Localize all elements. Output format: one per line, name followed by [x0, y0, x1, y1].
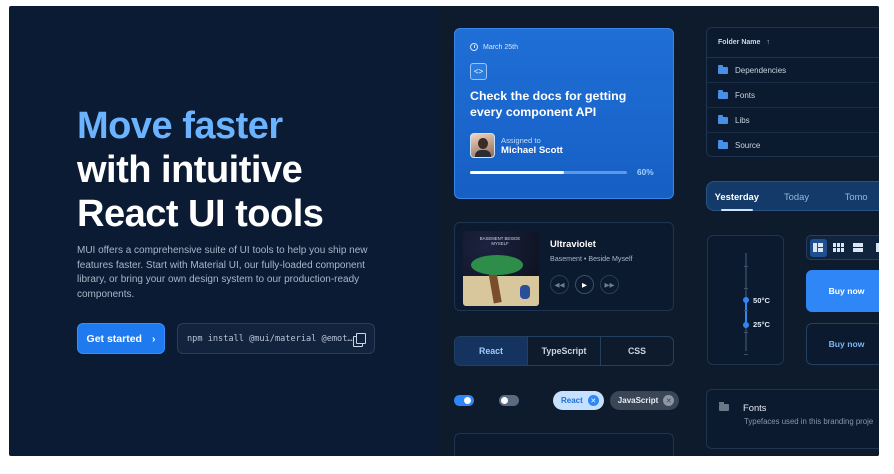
track-title: Ultraviolet: [550, 238, 596, 249]
headline-line-3: React UI tools: [77, 193, 324, 235]
headline-accent: Move faster: [77, 105, 283, 147]
switch-on[interactable]: [454, 395, 474, 406]
grid-view-icon[interactable]: [830, 239, 847, 257]
chip-react-label: React: [561, 396, 583, 405]
date-tabs: Yesterday Today Tomo: [706, 181, 879, 211]
task-date: March 25th: [470, 43, 658, 51]
folder-name-header: Folder Name: [718, 39, 761, 46]
album-cover: BASEMENT BESIDE MYSELF: [463, 231, 539, 306]
code-icon: <>: [470, 63, 487, 80]
arrow-up-icon: ↑: [766, 39, 770, 46]
temperature-high: 50°C: [753, 296, 770, 305]
component-showcase: March 25th <> Check the docs for getting…: [437, 6, 879, 456]
chip-javascript[interactable]: JavaScript ✕: [609, 391, 680, 410]
folder-icon: [718, 64, 728, 74]
folder-card[interactable]: Fonts Typefaces used in this branding pr…: [706, 389, 879, 449]
task-progress: 60%: [470, 167, 658, 177]
chip-react[interactable]: React ✕: [553, 391, 604, 410]
tab-yesterday[interactable]: Yesterday: [707, 191, 767, 211]
folder-name: Dependencies: [735, 65, 787, 75]
play-icon[interactable]: ▶: [575, 275, 594, 294]
get-started-label: Get started: [86, 332, 142, 345]
track-meta: Basement • Beside Myself: [550, 255, 633, 263]
get-started-button[interactable]: Get started ›: [77, 323, 165, 354]
npm-command: npm install @mui/material @emot…: [187, 333, 353, 344]
folder-card-subtitle: Typefaces used in this branding proje: [744, 417, 874, 426]
headline-line-2: with intuitive: [77, 149, 303, 191]
folder-icon: [718, 140, 728, 149]
progress-fill: [470, 170, 565, 174]
hero-description: MUI offers a comprehensive suite of UI t…: [77, 245, 368, 300]
player-controls: ◀◀ ▶ ▶▶: [550, 275, 633, 294]
album-cover-text: BASEMENT BESIDE MYSELF: [479, 236, 521, 246]
slider-thumb-high[interactable]: [743, 297, 749, 303]
layout-toggle-group: [806, 235, 879, 260]
tab-tomorrow[interactable]: Tomo: [826, 191, 879, 202]
progress-percent: 60%: [637, 167, 654, 177]
table-row[interactable]: Dependencies: [707, 58, 879, 83]
fast-forward-icon[interactable]: ▶▶: [600, 275, 619, 294]
table-row[interactable]: Libs: [707, 108, 879, 133]
dashboard-layout-icon[interactable]: [810, 238, 827, 257]
folder-table: Folder Name ↑ Dependencies Fonts 12 Libs…: [706, 27, 879, 157]
hero-text: Move faster with intuitive React UI tool…: [77, 104, 377, 302]
task-card[interactable]: March 25th <> Check the docs for getting…: [454, 28, 674, 199]
switch-and-chips-row: React ✕ JavaScript ✕: [454, 391, 680, 410]
buy-now-button-outlined[interactable]: Buy now: [806, 323, 879, 365]
cta-row: Get started › npm install @mui/material …: [77, 323, 375, 354]
temperature-low: 25°C: [753, 320, 770, 329]
close-icon[interactable]: ✕: [587, 395, 599, 406]
assignee-name: Michael Scott: [501, 144, 563, 156]
table-header[interactable]: Folder Name ↑: [707, 28, 879, 58]
buy-now-button-primary[interactable]: Buy now: [806, 270, 879, 312]
npm-install-snippet[interactable]: npm install @mui/material @emot…: [177, 323, 375, 354]
folder-card-title: Fonts: [743, 402, 767, 413]
slider-thumb-low[interactable]: [743, 322, 749, 328]
clock-icon: [470, 43, 478, 51]
rows-view-icon[interactable]: [850, 239, 867, 257]
switch-off[interactable]: [499, 395, 519, 406]
language-toggle-group: React TypeScript CSS: [454, 336, 674, 366]
task-title: Check the docs for getting every compone…: [470, 89, 627, 119]
table-row[interactable]: Fonts 12: [707, 83, 879, 108]
folder-name: Fonts: [735, 90, 756, 100]
assignee: Assigned to Michael Scott: [470, 133, 658, 158]
hero-section: Move faster with intuitive React UI tool…: [9, 6, 879, 456]
rewind-icon[interactable]: ◀◀: [550, 275, 569, 294]
assigned-label: Assigned to: [501, 135, 541, 145]
partial-card: [454, 433, 674, 456]
avatar: [470, 133, 495, 158]
track-info: Ultraviolet Basement • Beside Myself ◀◀ …: [550, 231, 633, 302]
copy-icon[interactable]: [353, 332, 366, 347]
temperature-range-slider[interactable]: 50°C 25°C: [707, 235, 784, 365]
folder-icon: [718, 114, 728, 124]
folder-icon: [718, 89, 728, 99]
toggle-css[interactable]: CSS: [601, 337, 673, 365]
music-player: BASEMENT BESIDE MYSELF Ultraviolet Basem…: [454, 222, 674, 311]
task-date-text: March 25th: [483, 43, 519, 51]
chevron-right-icon: ›: [151, 332, 156, 345]
table-row[interactable]: Source: [707, 133, 879, 158]
close-icon[interactable]: ✕: [663, 395, 675, 406]
columns-view-icon[interactable]: [869, 239, 879, 257]
tab-today[interactable]: Today: [767, 191, 827, 202]
headline: Move faster with intuitive React UI tool…: [77, 104, 377, 236]
folder-name: Libs: [735, 115, 750, 125]
folder-icon: [719, 402, 729, 411]
toggle-typescript[interactable]: TypeScript: [528, 337, 601, 365]
chip-javascript-label: JavaScript: [617, 396, 659, 405]
progress-bar: [470, 170, 627, 174]
folder-name: Source: [735, 141, 761, 150]
toggle-react[interactable]: React: [455, 337, 528, 365]
